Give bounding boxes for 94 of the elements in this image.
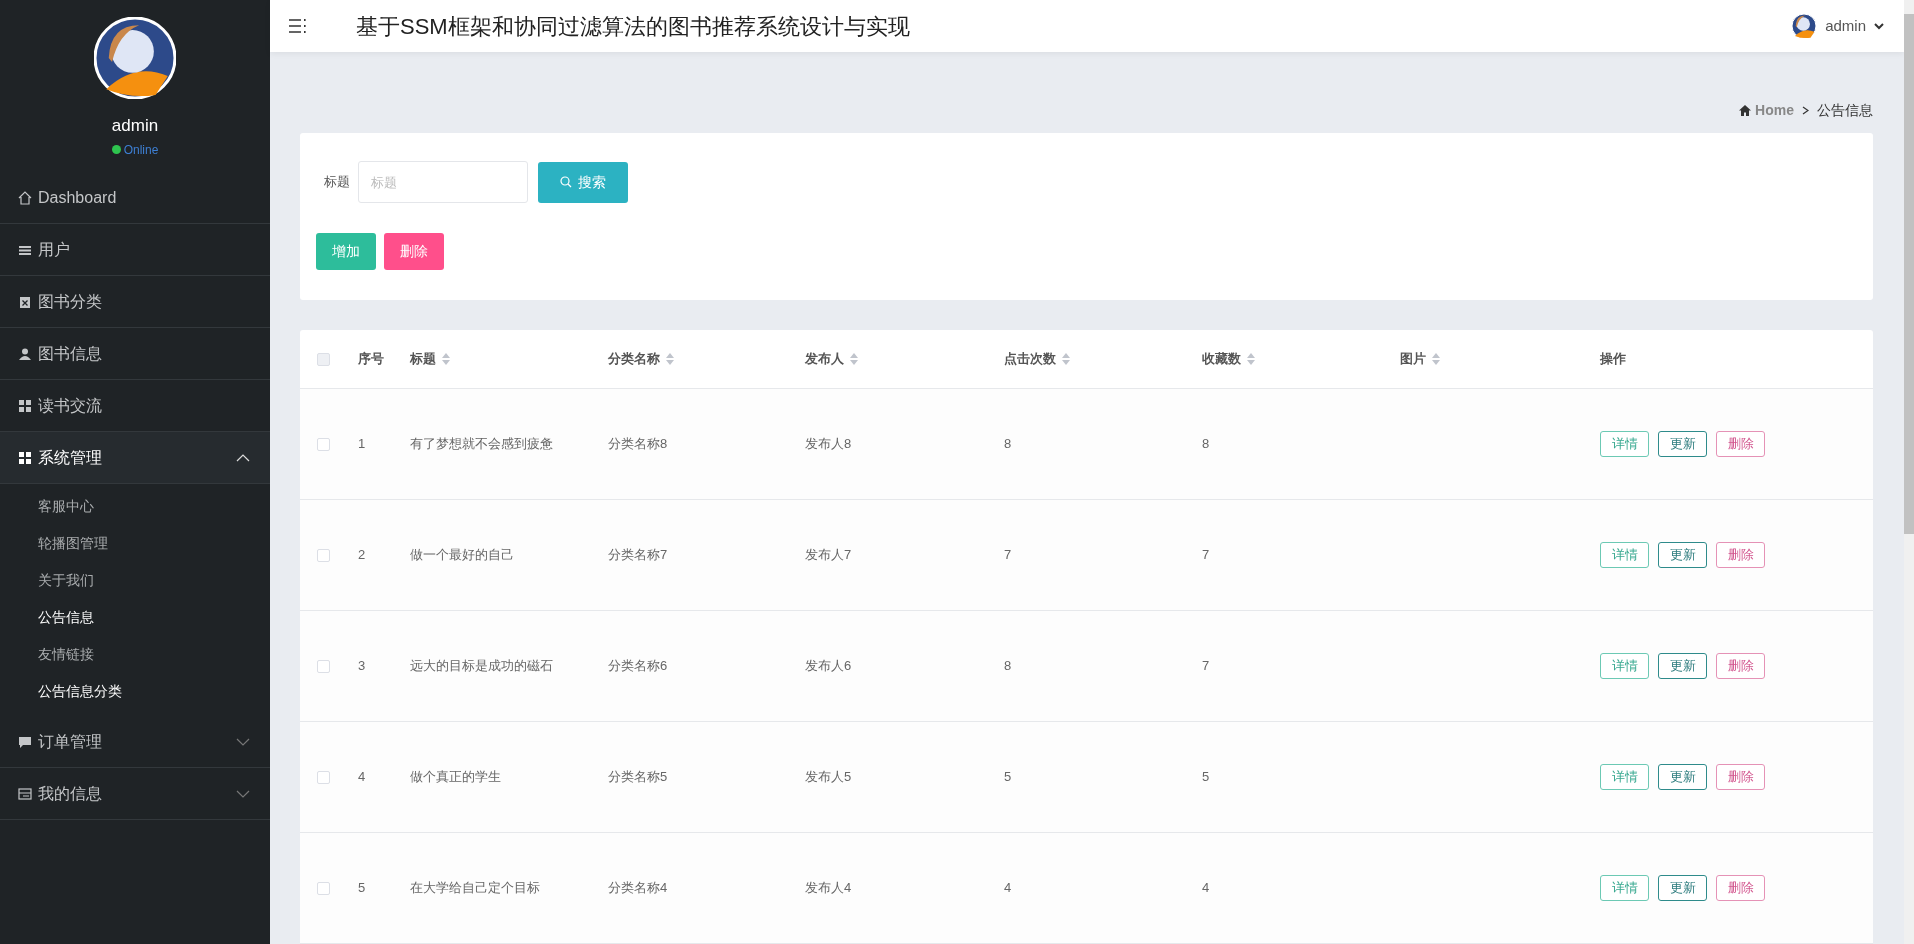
menu-item[interactable]: 用户 (0, 224, 270, 276)
delete-button[interactable]: 删除 (1716, 653, 1765, 679)
clipboard-icon (18, 294, 32, 309)
table-cell: 分类名称8 (608, 436, 668, 452)
update-button[interactable]: 更新 (1658, 653, 1707, 679)
app-title: 基于SSM框架和协同过滤算法的图书推荐系统设计与实现 (356, 12, 911, 41)
user-menu[interactable]: admin (1791, 13, 1884, 39)
table-cell: 做一个最好的自己 (410, 547, 514, 563)
update-button[interactable]: 更新 (1658, 875, 1707, 901)
column-header[interactable]: 发布人 (805, 349, 844, 369)
table-cell: 4 (1004, 880, 1012, 896)
sort-icon[interactable] (1062, 353, 1070, 365)
table-cell: 做个真正的学生 (410, 769, 501, 785)
table-cell: 在大学给自己定个目标 (410, 880, 540, 896)
table-cell: 分类名称7 (608, 547, 668, 563)
status-text: Online (111, 140, 159, 159)
table-cell: 发布人6 (805, 658, 852, 674)
table-cell: 4 (358, 769, 366, 785)
table-cell: 发布人7 (805, 547, 852, 563)
table-cell: 5 (1004, 769, 1012, 785)
table-cell: 7 (1202, 658, 1210, 674)
delete-button[interactable]: 删除 (1716, 875, 1765, 901)
submenu-item[interactable]: 友情链接 (0, 636, 270, 673)
table-cell: 分类名称6 (608, 658, 668, 674)
table-cell: 3 (358, 658, 366, 674)
update-button[interactable]: 更新 (1658, 542, 1707, 568)
delete-button[interactable]: 删除 (1716, 542, 1765, 568)
scrollbar-thumb[interactable] (1904, 14, 1914, 534)
user-name: admin (111, 115, 159, 137)
menu-item[interactable]: 订单管理 (0, 716, 270, 768)
column-header[interactable]: 收藏数 (1202, 349, 1241, 369)
column-header[interactable]: 操作 (1600, 349, 1626, 369)
column-header[interactable]: 标题 (410, 349, 436, 369)
table-cell: 8 (1004, 658, 1012, 674)
menu-item[interactable]: 图书分类 (0, 276, 270, 328)
table-cell: 发布人8 (805, 436, 852, 452)
table-cell: 8 (1202, 436, 1210, 452)
search-icon (560, 176, 572, 188)
caret-icon (1874, 22, 1884, 30)
column-header[interactable]: 分类名称 (608, 349, 660, 369)
menu-item[interactable]: Dashboard (0, 172, 270, 224)
sort-icon[interactable] (1432, 353, 1440, 365)
delete-button[interactable]: 删除 (1716, 431, 1765, 457)
checkbox[interactable] (317, 881, 330, 895)
table-cell: 2 (358, 547, 366, 563)
table-cell: 1 (358, 436, 366, 452)
table-cell: 4 (1202, 880, 1210, 896)
home-icon (1739, 105, 1752, 116)
submenu-item[interactable]: 公告信息 (0, 599, 270, 636)
update-button[interactable]: 更新 (1658, 764, 1707, 790)
sort-icon[interactable] (850, 353, 858, 365)
sort-icon[interactable] (666, 353, 674, 365)
field-label: 标题 (323, 173, 351, 192)
menu-icon[interactable] (288, 18, 306, 34)
menu-item[interactable]: 图书信息 (0, 328, 270, 380)
table-cell: 5 (1202, 769, 1210, 785)
table-cell: 7 (1202, 547, 1210, 563)
sort-icon[interactable] (442, 353, 450, 365)
search-field[interactable]: 标题 (358, 161, 528, 203)
submenu-item[interactable]: 公告信息分类 (0, 673, 270, 710)
checkbox[interactable] (317, 437, 330, 451)
table-cell: 分类名称4 (608, 880, 668, 896)
sort-icon[interactable] (1247, 353, 1255, 365)
table-cell: 分类名称5 (608, 769, 668, 785)
scrollbar[interactable] (1904, 0, 1914, 944)
breadcrumb-item: 公告信息 (1817, 101, 1873, 120)
delete-button[interactable]: 删除 (1716, 764, 1765, 790)
chat-icon (18, 734, 32, 749)
column-header[interactable]: 序号 (358, 349, 384, 369)
checkbox[interactable] (317, 352, 330, 366)
person-icon (18, 346, 32, 361)
home-icon (18, 190, 32, 205)
submenu-item[interactable]: 关于我们 (0, 562, 270, 599)
table-cell: 5 (358, 880, 366, 896)
submenu-item[interactable]: 客服中心 (0, 488, 270, 525)
table-cell: 8 (1004, 436, 1012, 452)
separator-icon (1802, 106, 1809, 115)
update-button[interactable]: 更新 (1658, 431, 1707, 457)
grid-icon (18, 398, 32, 413)
user-avatar (1791, 13, 1818, 39)
table-cell: 7 (1004, 547, 1012, 563)
menu-item[interactable]: 我的信息 (0, 768, 270, 820)
checkbox[interactable] (317, 548, 330, 562)
table-cell: 有了梦想就不会感到疲惫 (410, 436, 553, 452)
checkbox[interactable] (317, 770, 330, 784)
checkbox[interactable] (317, 659, 330, 673)
table-cell: 发布人4 (805, 880, 852, 896)
grid-icon (18, 450, 32, 465)
column-header[interactable]: 图片 (1400, 349, 1426, 369)
column-header[interactable]: 点击次数 (1004, 349, 1056, 369)
table-cell: 远大的目标是成功的磁石 (410, 658, 553, 674)
window-icon (18, 786, 32, 801)
submenu-item[interactable]: 轮播图管理 (0, 525, 270, 562)
table-cell: 发布人5 (805, 769, 852, 785)
